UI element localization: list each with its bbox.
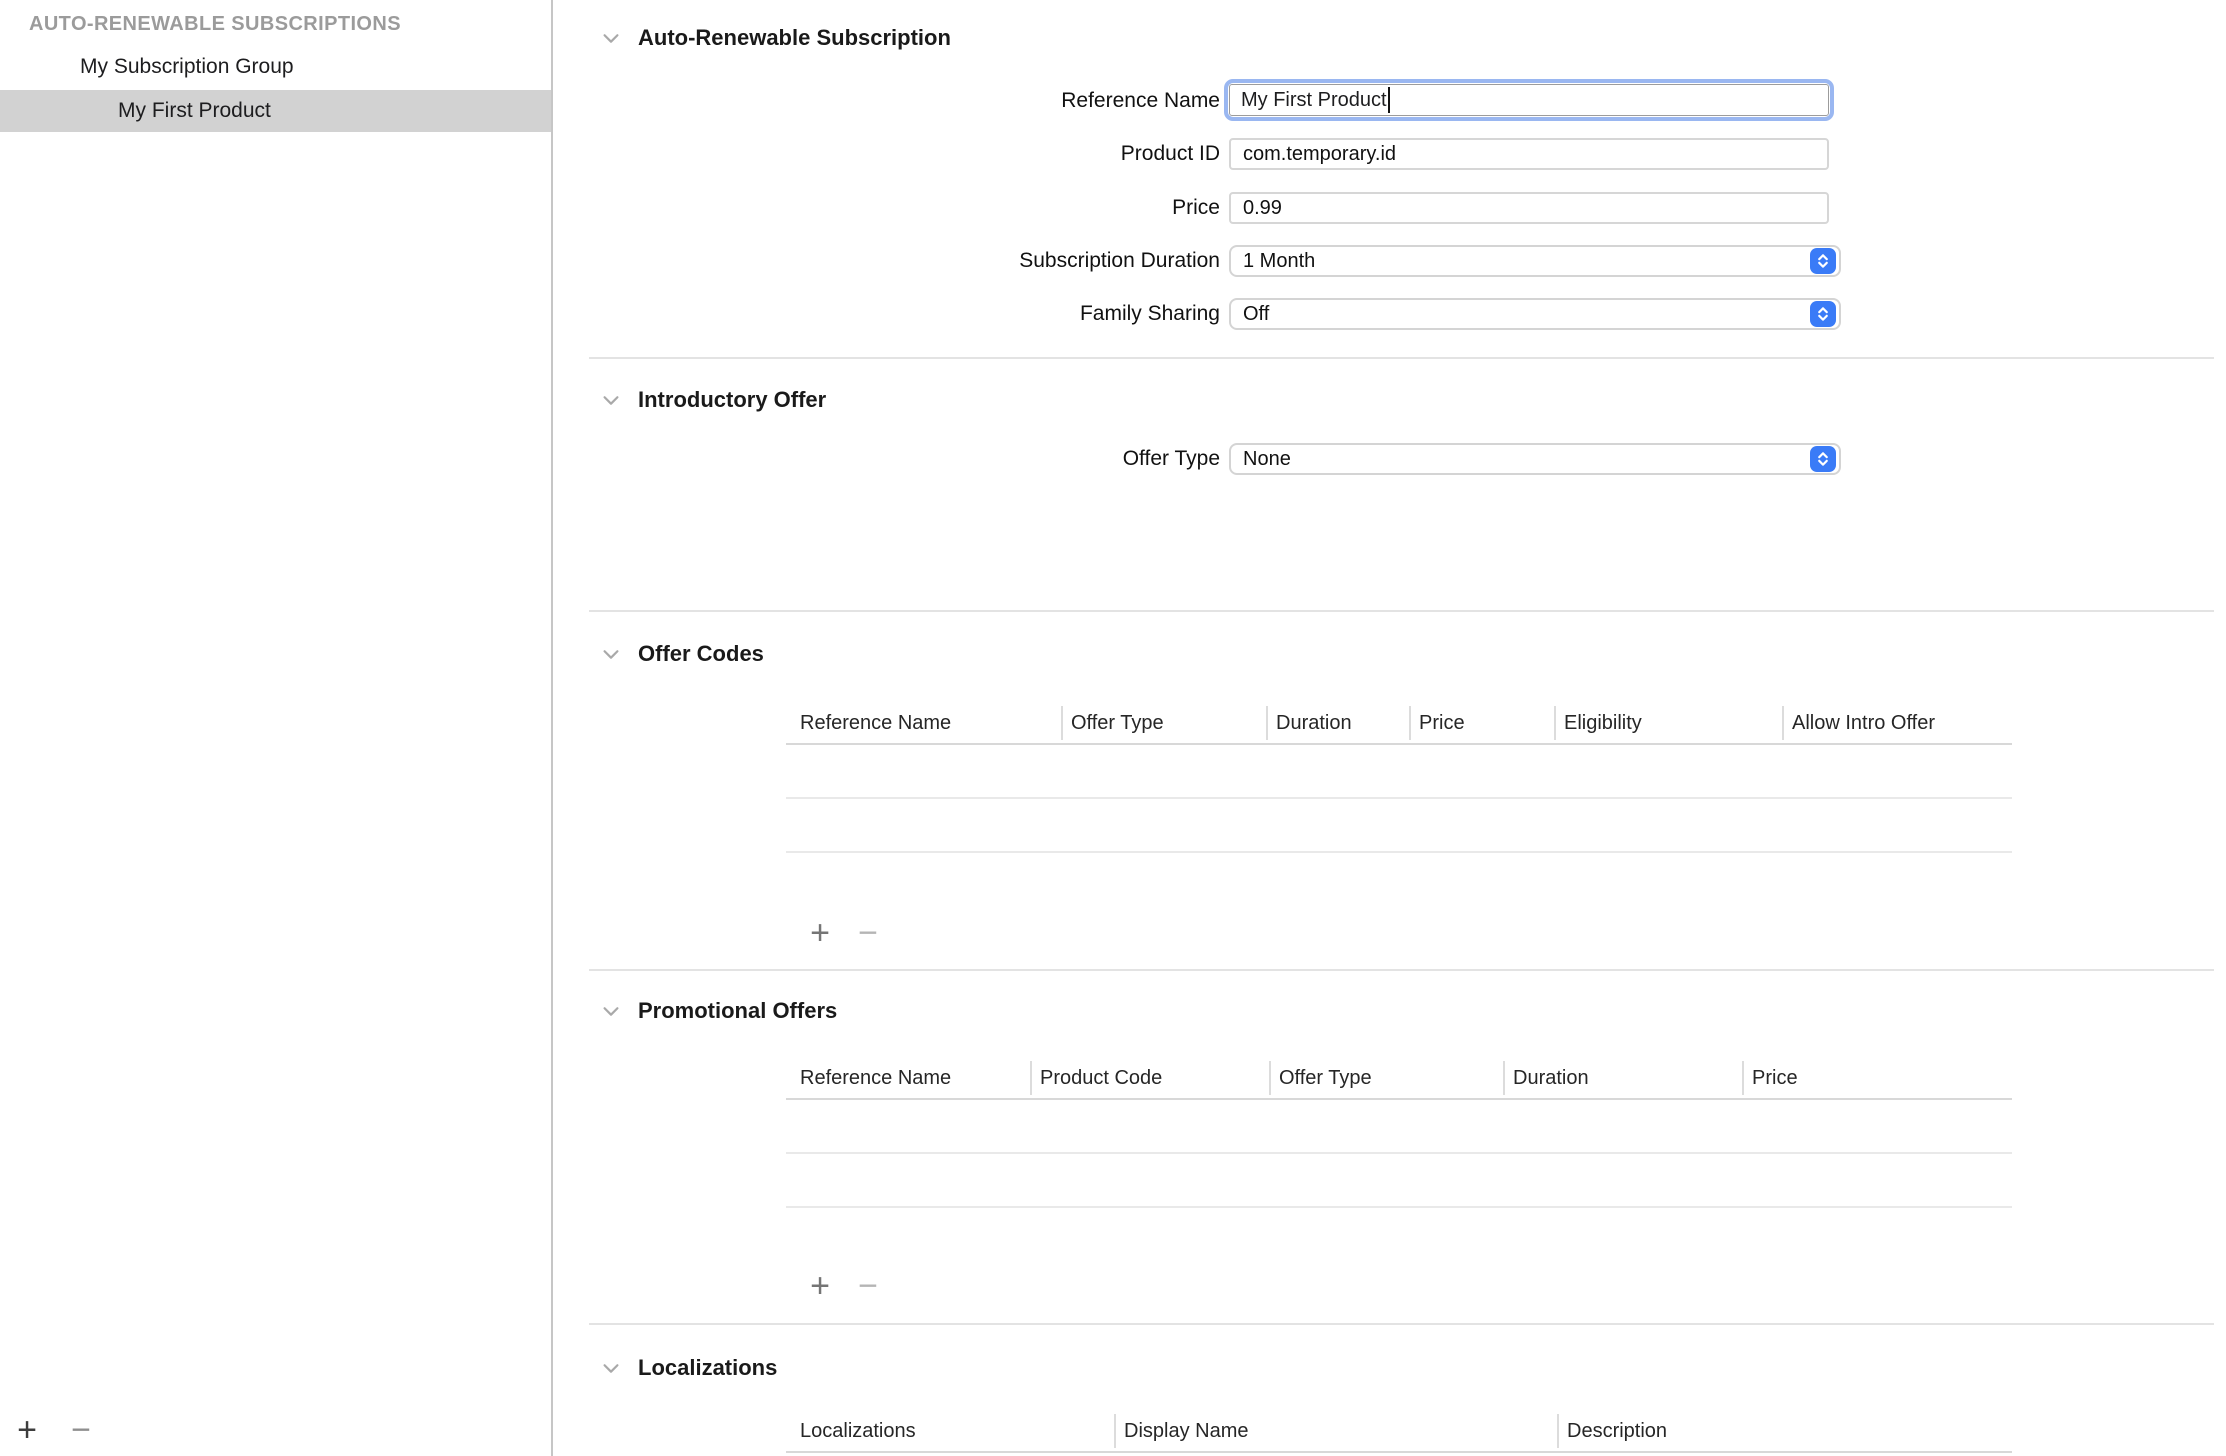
promotional-offers-table: Reference Name Product Code Offer Type D… (786, 1058, 2012, 1208)
column-header[interactable]: Reference Name (786, 706, 1061, 740)
sidebar-item-label: My Subscription Group (80, 55, 294, 79)
storekit-config-window: AUTO-RENEWABLE SUBSCRIPTIONS My Subscrip… (0, 0, 2226, 1456)
column-header[interactable]: Description (1557, 1414, 2012, 1448)
offer-type-value: None (1243, 448, 1291, 471)
section-introductory-offer: Introductory Offer (599, 385, 826, 415)
section-localizations: Localizations (599, 1353, 777, 1383)
chevron-down-icon[interactable] (599, 642, 623, 666)
section-offer-codes: Offer Codes (599, 639, 764, 669)
reference-name-field-focus-ring: My First Product (1224, 79, 1834, 121)
promotional-offers-actions: + − (803, 1264, 885, 1308)
remove-product-button[interactable]: − (64, 1413, 98, 1447)
sidebar-group-header: AUTO-RENEWABLE SUBSCRIPTIONS (29, 13, 401, 36)
section-divider (589, 969, 2214, 971)
table-empty-row (786, 745, 2012, 799)
editor-pane: Auto-Renewable Subscription Reference Na… (555, 0, 2226, 1456)
column-header[interactable]: Localizations (786, 1414, 1114, 1448)
popup-stepper-icon (1810, 248, 1836, 274)
promotional-offers-table-header: Reference Name Product Code Offer Type D… (786, 1058, 2012, 1100)
section-title: Localizations (638, 1355, 777, 1381)
section-promotional-offers: Promotional Offers (599, 996, 837, 1026)
product-id-input[interactable]: com.temporary.id (1229, 138, 1829, 170)
popup-stepper-icon (1810, 301, 1836, 327)
column-header[interactable]: Duration (1266, 706, 1409, 740)
offer-codes-actions: + − (803, 911, 885, 955)
section-auto-renewable-subscription: Auto-Renewable Subscription (599, 23, 951, 53)
sidebar-footer: + − (10, 1408, 98, 1452)
offer-codes-table: Reference Name Offer Type Duration Price… (786, 703, 2012, 853)
family-sharing-select[interactable]: Off (1229, 298, 1841, 330)
section-divider (589, 1323, 2214, 1325)
column-header[interactable]: Product Code (1030, 1061, 1269, 1095)
localizations-table: Localizations Display Name Description (786, 1411, 2012, 1456)
subscription-duration-value: 1 Month (1243, 250, 1315, 273)
localizations-table-header: Localizations Display Name Description (786, 1411, 2012, 1453)
sidebar-item-subscription-group[interactable]: My Subscription Group (0, 46, 551, 88)
reference-name-label: Reference Name (555, 85, 1220, 117)
chevron-down-icon[interactable] (599, 388, 623, 412)
section-title: Introductory Offer (638, 387, 826, 413)
sidebar: AUTO-RENEWABLE SUBSCRIPTIONS My Subscrip… (0, 0, 553, 1456)
offer-type-select[interactable]: None (1229, 443, 1841, 475)
add-product-button[interactable]: + (10, 1413, 44, 1447)
table-empty-row (786, 799, 2012, 853)
table-empty-row (786, 1154, 2012, 1208)
column-header[interactable]: Offer Type (1061, 706, 1266, 740)
offer-type-label: Offer Type (555, 443, 1220, 475)
text-cursor (1388, 87, 1390, 113)
section-title: Promotional Offers (638, 998, 837, 1024)
column-header[interactable]: Eligibility (1554, 706, 1782, 740)
sidebar-item-first-product[interactable]: My First Product (0, 90, 551, 132)
popup-stepper-icon (1810, 446, 1836, 472)
sidebar-item-label: My First Product (118, 99, 271, 123)
section-divider (589, 610, 2214, 612)
add-offer-code-button[interactable]: + (803, 916, 837, 950)
subscription-duration-label: Subscription Duration (555, 245, 1220, 277)
reference-name-input[interactable]: My First Product (1229, 84, 1829, 116)
product-id-label: Product ID (555, 138, 1220, 170)
column-header[interactable]: Duration (1503, 1061, 1742, 1095)
offer-codes-table-header: Reference Name Offer Type Duration Price… (786, 703, 2012, 745)
column-header[interactable]: Reference Name (786, 1061, 1030, 1095)
section-title: Offer Codes (638, 641, 764, 667)
chevron-down-icon[interactable] (599, 999, 623, 1023)
column-header[interactable]: Price (1409, 706, 1554, 740)
section-divider (589, 357, 2214, 359)
column-header[interactable]: Display Name (1114, 1414, 1557, 1448)
chevron-down-icon[interactable] (599, 1356, 623, 1380)
remove-offer-code-button[interactable]: − (851, 916, 885, 950)
reference-name-value: My First Product (1241, 89, 1387, 112)
remove-promotional-offer-button[interactable]: − (851, 1269, 885, 1303)
family-sharing-value: Off (1243, 303, 1269, 326)
column-header[interactable]: Price (1742, 1061, 2012, 1095)
column-header[interactable]: Offer Type (1269, 1061, 1503, 1095)
add-promotional-offer-button[interactable]: + (803, 1269, 837, 1303)
chevron-down-icon[interactable] (599, 26, 623, 50)
family-sharing-label: Family Sharing (555, 298, 1220, 330)
section-title: Auto-Renewable Subscription (638, 25, 951, 51)
table-empty-row (786, 1100, 2012, 1154)
price-label: Price (555, 192, 1220, 224)
price-input[interactable]: 0.99 (1229, 192, 1829, 224)
column-header[interactable]: Allow Intro Offer (1782, 706, 2012, 740)
subscription-duration-select[interactable]: 1 Month (1229, 245, 1841, 277)
